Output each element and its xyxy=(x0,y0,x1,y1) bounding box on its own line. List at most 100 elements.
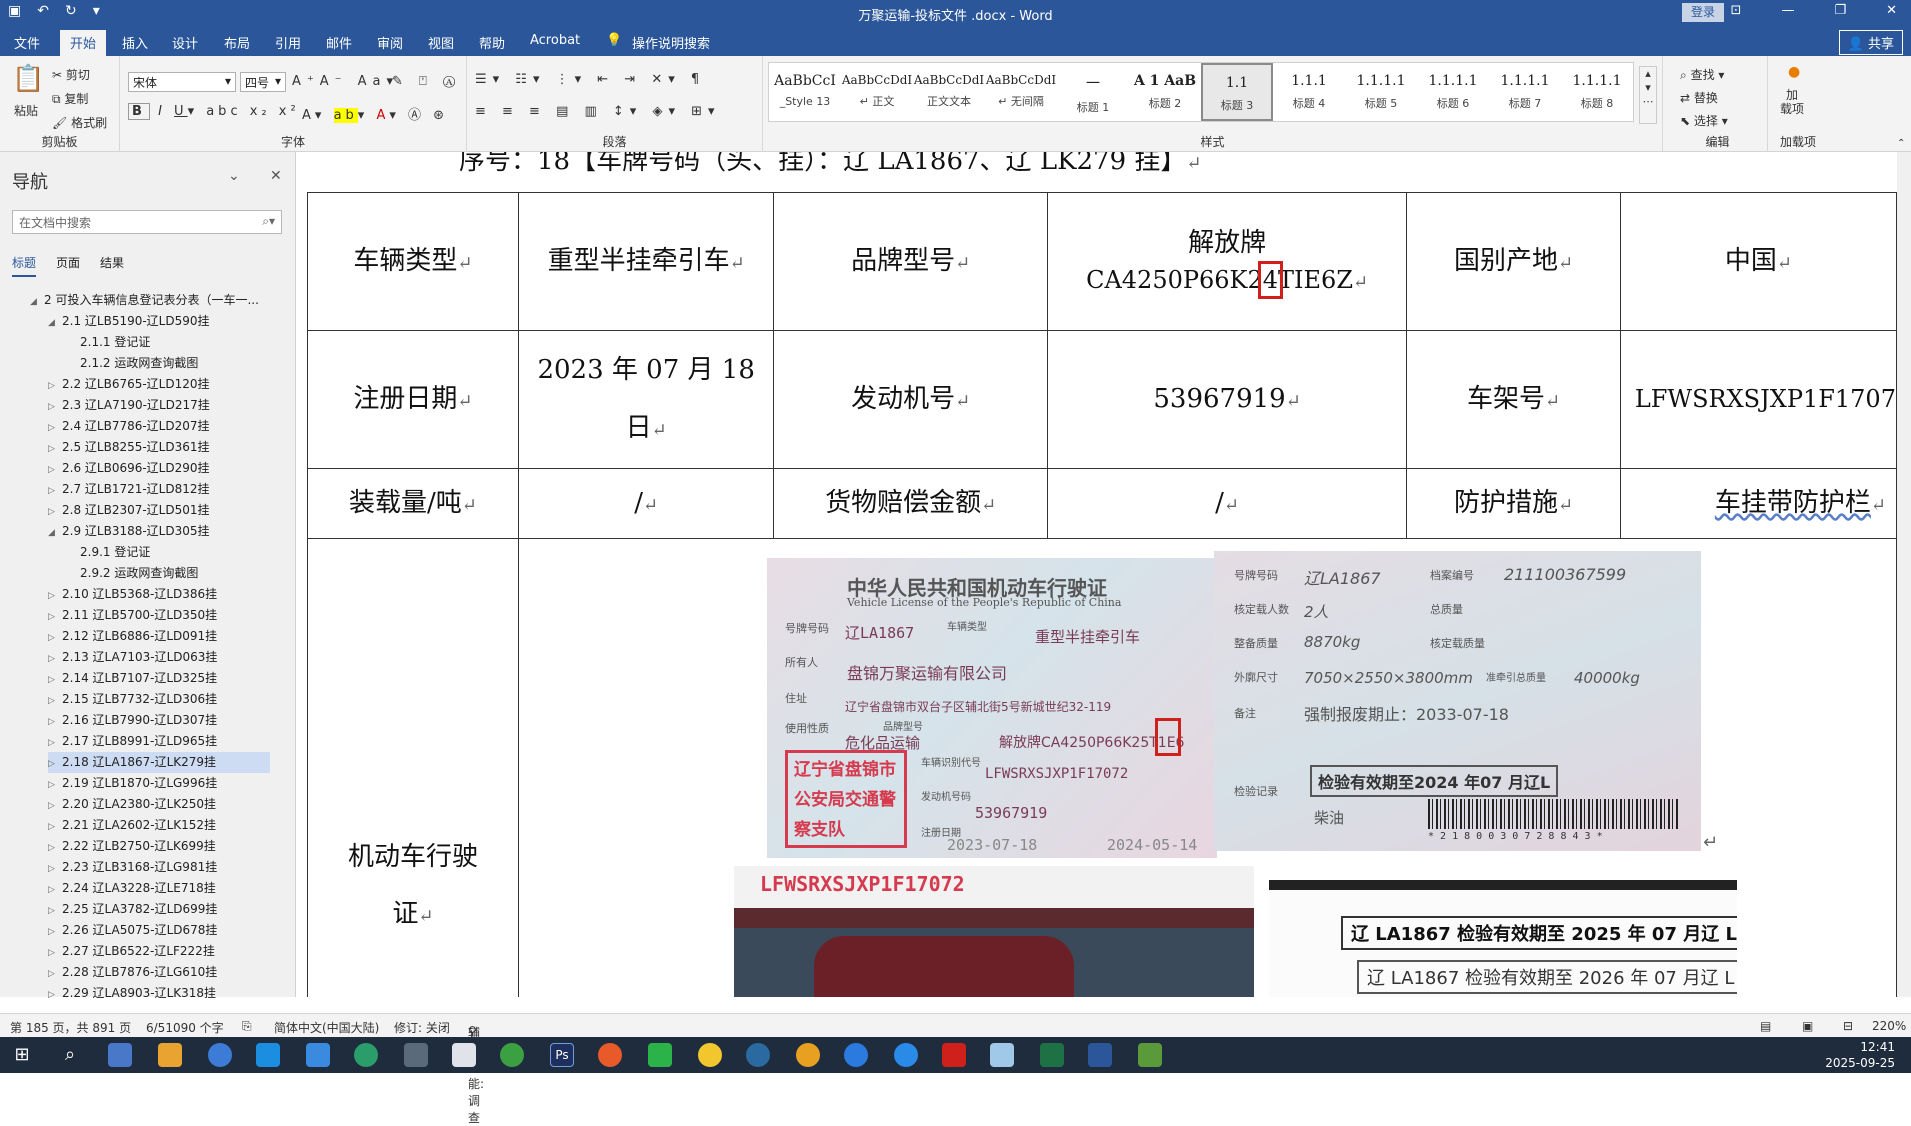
cut-button[interactable]: ✂ 剪切 xyxy=(52,66,90,83)
nav-tree-item[interactable]: ▷ 2.17 辽LB8991-辽LD965挂 xyxy=(48,731,217,752)
expand-arrow-icon[interactable]: ▷ xyxy=(48,586,62,606)
nav-tree-item[interactable]: ▷ 2.28 辽LB7876-辽LG610挂 xyxy=(48,962,217,983)
select-button[interactable]: ⬉ 选择 ▾ xyxy=(1680,112,1728,129)
style-item[interactable]: AaBbCcDdI ↵ 正文 xyxy=(841,63,913,121)
vertical-scrollbar[interactable] xyxy=(1897,152,1911,997)
nav-tree-item[interactable]: ◢ 2.1 辽LB5190-辽LD590挂 xyxy=(48,311,210,332)
qq-icon[interactable] xyxy=(698,1043,722,1067)
nav-tree-item[interactable]: ▷ 2.20 辽LA2380-辽LK250挂 xyxy=(48,794,216,815)
tab-layout[interactable]: 布局 xyxy=(224,33,250,52)
nav-tree-item[interactable]: ▷ 2.22 辽LB2750-辽LK699挂 xyxy=(48,836,216,857)
language[interactable]: 简体中文(中国大陆) xyxy=(274,1019,379,1036)
expand-arrow-icon[interactable]: ▷ xyxy=(48,964,62,984)
nav-tree-item[interactable]: ▷ 2.7 辽LB1721-辽LD812挂 xyxy=(48,479,210,500)
restore-icon[interactable]: ❐ xyxy=(1834,3,1846,18)
nav-options-icon[interactable]: ⌄ xyxy=(228,168,240,184)
expand-arrow-icon[interactable]: ▷ xyxy=(48,733,62,753)
browser-2-icon[interactable] xyxy=(598,1043,622,1067)
nav-tree-item[interactable]: 2.9.1 登记证 xyxy=(80,542,150,563)
font-family-select[interactable]: 宋体 ▾ xyxy=(128,72,236,92)
tab-help[interactable]: 帮助 xyxy=(479,33,505,52)
nav-tree-item[interactable]: ▷ 2.29 辽LA8903-辽LK318挂 xyxy=(48,983,216,1004)
style-item[interactable]: 1.1.1 标题 4 xyxy=(1273,63,1345,121)
expand-arrow-icon[interactable]: ▷ xyxy=(48,880,62,900)
replace-button[interactable]: ⇄ 替换 xyxy=(1680,89,1718,106)
addins-icon[interactable]: ● xyxy=(1788,64,1800,80)
style-item[interactable]: 一标题 1 xyxy=(1057,63,1129,121)
nav-tab-pages[interactable]: 页面 xyxy=(56,254,80,277)
notes-app-icon[interactable] xyxy=(256,1043,280,1067)
font-size-controls[interactable]: A⁺A⁻ Aa▾ xyxy=(292,74,399,89)
login-button[interactable]: 登录 xyxy=(1682,3,1724,22)
page-count[interactable]: 第 185 页，共 891 页 xyxy=(10,1019,131,1036)
expand-arrow-icon[interactable]: ▷ xyxy=(48,754,62,774)
paste-icon[interactable]: 📋 xyxy=(12,64,44,94)
nav-search-input[interactable]: 在文档中搜索 ⌕▾ xyxy=(12,210,282,234)
nav-tree-item[interactable]: ▷ 2.27 辽LB6522-辽LF222挂 xyxy=(48,941,215,962)
style-item[interactable]: AaBbCcI _Style 13 xyxy=(769,63,841,121)
nav-tree-item[interactable]: ▷ 2.18 辽LA1867-辽LK279挂 xyxy=(48,752,270,773)
expand-arrow-icon[interactable]: ▷ xyxy=(48,838,62,858)
style-item[interactable]: AaBbCcDdI 正文文本 xyxy=(913,63,985,121)
tell-me-search[interactable]: 操作说明搜索 xyxy=(632,33,710,52)
nav-tab-headings[interactable]: 标题 xyxy=(12,254,37,277)
clear-format-icons[interactable]: ✎ ⍞ Ⓐ xyxy=(392,74,461,89)
expand-arrow-icon[interactable]: ▷ xyxy=(48,691,62,711)
expand-arrow-icon[interactable]: ◢ xyxy=(48,523,62,543)
nav-tree-item[interactable]: ▷ 2.8 辽LB2307-辽LD501挂 xyxy=(48,500,210,521)
expand-arrow-icon[interactable]: ▷ xyxy=(48,376,62,396)
alignment-buttons[interactable]: ≡ ≡ ≡ ▤ ▥ ↕▾ ◈▾ ⊞▾ xyxy=(475,104,721,119)
tab-view[interactable]: 视图 xyxy=(428,33,454,52)
expand-arrow-icon[interactable]: ▷ xyxy=(48,649,62,669)
tab-references[interactable]: 引用 xyxy=(275,33,301,52)
paint-app-icon[interactable] xyxy=(990,1043,1014,1067)
windows-start-icon[interactable]: ⊞ xyxy=(10,1043,34,1067)
expand-arrow-icon[interactable]: ▷ xyxy=(48,859,62,879)
expand-arrow-icon[interactable]: ▷ xyxy=(48,481,62,501)
font-size-select[interactable]: 四号 ▾ xyxy=(240,72,286,92)
word-count[interactable]: 6/51090 个字 xyxy=(146,1019,224,1036)
nav-tree-item[interactable]: ▷ 2.21 辽LA2602-辽LK152挂 xyxy=(48,815,216,836)
edge-icon[interactable] xyxy=(894,1043,918,1067)
expand-arrow-icon[interactable]: ▷ xyxy=(48,628,62,648)
nav-tree-item[interactable]: ▷ 2.12 辽LB6886-辽LD091挂 xyxy=(48,626,217,647)
expand-arrow-icon[interactable]: ▷ xyxy=(48,670,62,690)
tab-acrobat[interactable]: Acrobat xyxy=(530,33,580,48)
style-item-selected[interactable]: 1.1 标题 3 xyxy=(1201,63,1273,121)
track-changes[interactable]: 修订: 关闭 xyxy=(394,1019,450,1036)
nav-tree-item[interactable]: ◢ 2 可投入车辆信息登记表分表（一车一... xyxy=(30,290,259,311)
file-app-icon[interactable] xyxy=(452,1043,476,1067)
expand-arrow-icon[interactable]: ▷ xyxy=(48,922,62,942)
document-canvas[interactable]: 序号：18【车牌号码（头、挂）：辽 LA1867、辽 LK279 挂】↵ 车辆类… xyxy=(297,152,1897,997)
ribbon-display-icon[interactable]: ⊡ xyxy=(1731,3,1742,18)
expand-arrow-icon[interactable]: ▷ xyxy=(48,607,62,627)
style-item[interactable]: A 1 AaB 标题 2 xyxy=(1129,63,1201,121)
app-icon[interactable] xyxy=(1138,1043,1162,1067)
paste-label[interactable]: 粘贴 xyxy=(14,102,38,119)
nav-tree-item[interactable]: ▷ 2.25 辽LA3782-辽LD699挂 xyxy=(48,899,217,920)
nav-close-icon[interactable]: ✕ xyxy=(270,168,282,184)
style-item[interactable]: 1.1.1.1 标题 8 xyxy=(1561,63,1633,121)
nav-tree-item[interactable]: ▷ 2.4 辽LB7786-辽LD207挂 xyxy=(48,416,210,437)
font-format-buttons[interactable]: B I U▾ abc x₂ x² xyxy=(128,103,300,120)
styles-more-button[interactable]: ▴ ▾ ⋯ xyxy=(1639,66,1657,124)
expand-arrow-icon[interactable]: ▷ xyxy=(48,775,62,795)
expand-arrow-icon[interactable]: ▷ xyxy=(48,901,62,921)
nav-tree-item[interactable]: ▷ 2.26 辽LA5075-辽LD678挂 xyxy=(48,920,217,941)
expand-arrow-icon[interactable]: ▷ xyxy=(48,796,62,816)
vscode-icon[interactable] xyxy=(844,1043,868,1067)
nav-tree-item[interactable]: ▷ 2.23 辽LB3168-辽LG981挂 xyxy=(48,857,217,878)
nav-tree-item[interactable]: ▷ 2.19 辽LB1870-辽LG996挂 xyxy=(48,773,217,794)
nav-tree-item[interactable]: ▷ 2.2 辽LB6765-辽LD120挂 xyxy=(48,374,210,395)
expand-arrow-icon[interactable]: ▷ xyxy=(48,502,62,522)
expand-arrow-icon[interactable]: ▷ xyxy=(48,460,62,480)
expand-arrow-icon[interactable]: ▷ xyxy=(48,817,62,837)
nav-tree-item[interactable]: ◢ 2.9 辽LB3188-辽LD305挂 xyxy=(48,521,210,542)
search-icon[interactable]: ⌕▾ xyxy=(262,214,275,229)
web-layout-icon[interactable]: ⊟ xyxy=(1843,1019,1853,1033)
nav-tree-item[interactable]: ▷ 2.3 辽LA7190-辽LD217挂 xyxy=(48,395,210,416)
nav-tree-item[interactable]: ▷ 2.11 辽LB5700-辽LD350挂 xyxy=(48,605,217,626)
nav-tree-item[interactable]: 2.9.2 运政网查询截图 xyxy=(80,563,198,584)
expand-arrow-icon[interactable]: ▷ xyxy=(48,943,62,963)
tab-design[interactable]: 设计 xyxy=(172,33,198,52)
